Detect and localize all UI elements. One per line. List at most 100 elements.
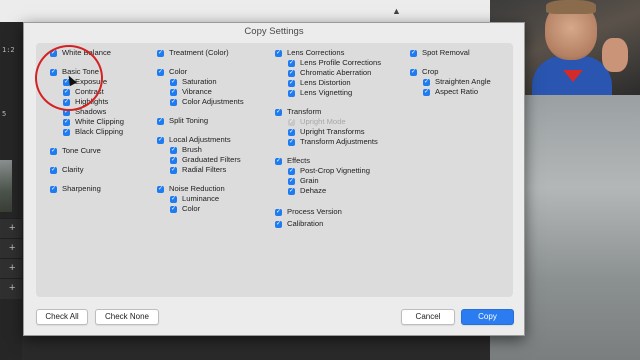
- checkbox-label: Black Clipping: [75, 127, 124, 136]
- checkbox-label: Dehaze: [300, 186, 327, 195]
- checkbox-label: Spot Removal: [422, 48, 470, 57]
- checkmark-icon: ✓: [50, 166, 57, 174]
- dialog-title: Copy Settings: [244, 26, 304, 37]
- plus-icon[interactable]: +: [9, 262, 15, 274]
- checkbox-effects[interactable]: ✓ Effects: [275, 156, 310, 166]
- checkmark-icon: ✓: [275, 108, 282, 116]
- checkmark-icon: ✓: [275, 157, 282, 165]
- checkmark-icon: ✓: [423, 88, 430, 96]
- checkbox-label: Color: [169, 67, 188, 76]
- background-zoom-label: 1:2: [2, 46, 15, 54]
- checkbox-split-toning[interactable]: ✓ Split Toning: [157, 116, 208, 126]
- checkmark-icon: ✓: [288, 69, 295, 77]
- checkbox-label: Lens Vignetting: [300, 88, 353, 97]
- checkbox-label: Treatment (Color): [169, 48, 229, 57]
- checkbox-label: Upright Mode: [300, 117, 346, 126]
- eject-icon: ▲: [392, 6, 401, 16]
- checkbox-label: Lens Profile Corrections: [300, 58, 382, 67]
- checkbox-label: Sharpening: [62, 184, 101, 193]
- checkbox-upright-transforms[interactable]: ✓ Upright Transforms: [288, 127, 365, 137]
- checkbox-treatment-color[interactable]: ✓ Treatment (Color): [157, 48, 229, 58]
- checkbox-lens-profile-corrections[interactable]: ✓ Lens Profile Corrections: [288, 58, 381, 68]
- checkbox-label: Clarity: [62, 165, 84, 174]
- checkbox-chromatic-aberration[interactable]: ✓ Chromatic Aberration: [288, 68, 371, 78]
- checkmark-icon: ✓: [410, 49, 417, 57]
- checkbox-color-adjustments[interactable]: ✓ Color Adjustments: [170, 97, 244, 107]
- checkmark-icon: ✓: [275, 49, 282, 57]
- checkbox-process-version[interactable]: ✓ Process Version: [275, 207, 342, 217]
- plus-icon[interactable]: +: [9, 222, 15, 234]
- checkbox-label: Brush: [182, 145, 202, 154]
- copy-button[interactable]: Copy: [461, 309, 514, 325]
- checkbox-label: Transform: [287, 107, 322, 116]
- checkmark-icon: ✓: [288, 89, 295, 97]
- checkbox-tone-curve[interactable]: ✓ Tone Curve: [50, 146, 101, 156]
- checkbox-noise-reduction[interactable]: ✓ Noise Reduction: [157, 184, 225, 194]
- checkmark-icon: ✓: [170, 78, 177, 86]
- checkmark-icon: ✓: [288, 118, 295, 126]
- checkmark-icon: ✓: [50, 185, 57, 193]
- checkbox-color[interactable]: ✓ Color: [157, 67, 187, 77]
- checkbox-brush[interactable]: ✓ Brush: [170, 145, 202, 155]
- checkbox-calibration[interactable]: ✓ Calibration: [275, 219, 323, 229]
- checkmark-icon: ✓: [170, 98, 177, 106]
- checkbox-post-crop-vignetting[interactable]: ✓ Post-Crop Vignetting: [288, 166, 370, 176]
- checkbox-local-adjustments[interactable]: ✓ Local Adjustments: [157, 135, 231, 145]
- checkbox-upright-mode: ✓ Upright Mode: [288, 117, 346, 127]
- checkbox-label: Color: [182, 204, 201, 213]
- checkbox-radial-filters[interactable]: ✓ Radial Filters: [170, 165, 226, 175]
- checkbox-transform[interactable]: ✓ Transform: [275, 107, 321, 117]
- checkmark-icon: ✓: [63, 128, 70, 136]
- checkmark-icon: ✓: [170, 205, 177, 213]
- checkmark-icon: ✓: [288, 59, 295, 67]
- checkbox-grain[interactable]: ✓ Grain: [288, 176, 319, 186]
- checkbox-lens-corrections[interactable]: ✓ Lens Corrections: [275, 48, 344, 58]
- check-all-button[interactable]: Check All: [36, 309, 88, 325]
- checkbox-crop[interactable]: ✓ Crop: [410, 67, 438, 77]
- checkmark-icon: ✓: [157, 49, 164, 57]
- checkbox-clarity[interactable]: ✓ Clarity: [50, 165, 84, 175]
- checkbox-black-clipping[interactable]: ✓ Black Clipping: [63, 127, 123, 137]
- background-thumbnail: [0, 160, 12, 212]
- checkbox-dehaze[interactable]: ✓ Dehaze: [288, 186, 326, 196]
- checkmark-icon: ✓: [170, 195, 177, 203]
- background-toolbar: ▲: [0, 0, 490, 22]
- checkbox-spot-removal[interactable]: ✓ Spot Removal: [410, 48, 470, 58]
- checkbox-color[interactable]: ✓ Color: [170, 204, 200, 214]
- plus-icon[interactable]: +: [9, 282, 15, 294]
- checkbox-aspect-ratio[interactable]: ✓ Aspect Ratio: [423, 87, 478, 97]
- checkbox-lens-distortion[interactable]: ✓ Lens Distortion: [288, 78, 351, 88]
- checkbox-graduated-filters[interactable]: ✓ Graduated Filters: [170, 155, 241, 165]
- checkbox-sharpening[interactable]: ✓ Sharpening: [50, 184, 101, 194]
- checkbox-label: Effects: [287, 156, 311, 165]
- checkbox-saturation[interactable]: ✓ Saturation: [170, 77, 217, 87]
- background-count-label: 5: [2, 110, 7, 118]
- checkmark-icon: ✓: [275, 208, 282, 216]
- checkbox-label: Calibration: [287, 219, 324, 228]
- checkbox-label: Post-Crop Vignetting: [300, 166, 370, 175]
- plus-icon[interactable]: +: [9, 242, 15, 254]
- checkbox-label: Crop: [422, 67, 439, 76]
- checkbox-label: Chromatic Aberration: [300, 68, 372, 77]
- check-none-button[interactable]: Check None: [95, 309, 159, 325]
- checkbox-lens-vignetting[interactable]: ✓ Lens Vignetting: [288, 88, 352, 98]
- checkbox-luminance[interactable]: ✓ Luminance: [170, 194, 219, 204]
- checkmark-icon: ✓: [275, 220, 282, 228]
- checkmark-icon: ✓: [288, 187, 295, 195]
- checkmark-icon: ✓: [288, 177, 295, 185]
- checkbox-label: Upright Transforms: [300, 127, 365, 136]
- checkbox-transform-adjustments[interactable]: ✓ Transform Adjustments: [288, 137, 378, 147]
- checkmark-icon: ✓: [157, 117, 164, 125]
- checkbox-label: White Clipping: [75, 117, 124, 126]
- checkbox-label: Color Adjustments: [182, 97, 244, 106]
- checkbox-white-clipping[interactable]: ✓ White Clipping: [63, 117, 124, 127]
- checkbox-label: Local Adjustments: [169, 135, 231, 144]
- checkbox-label: Tone Curve: [62, 146, 101, 155]
- cancel-button[interactable]: Cancel: [401, 309, 455, 325]
- checkmark-icon: ✓: [63, 118, 70, 126]
- checkbox-label: Transform Adjustments: [300, 137, 378, 146]
- checkbox-straighten-angle[interactable]: ✓ Straighten Angle: [423, 77, 491, 87]
- checkmark-icon: ✓: [50, 147, 57, 155]
- checkmark-icon: ✓: [170, 156, 177, 164]
- checkbox-vibrance[interactable]: ✓ Vibrance: [170, 87, 212, 97]
